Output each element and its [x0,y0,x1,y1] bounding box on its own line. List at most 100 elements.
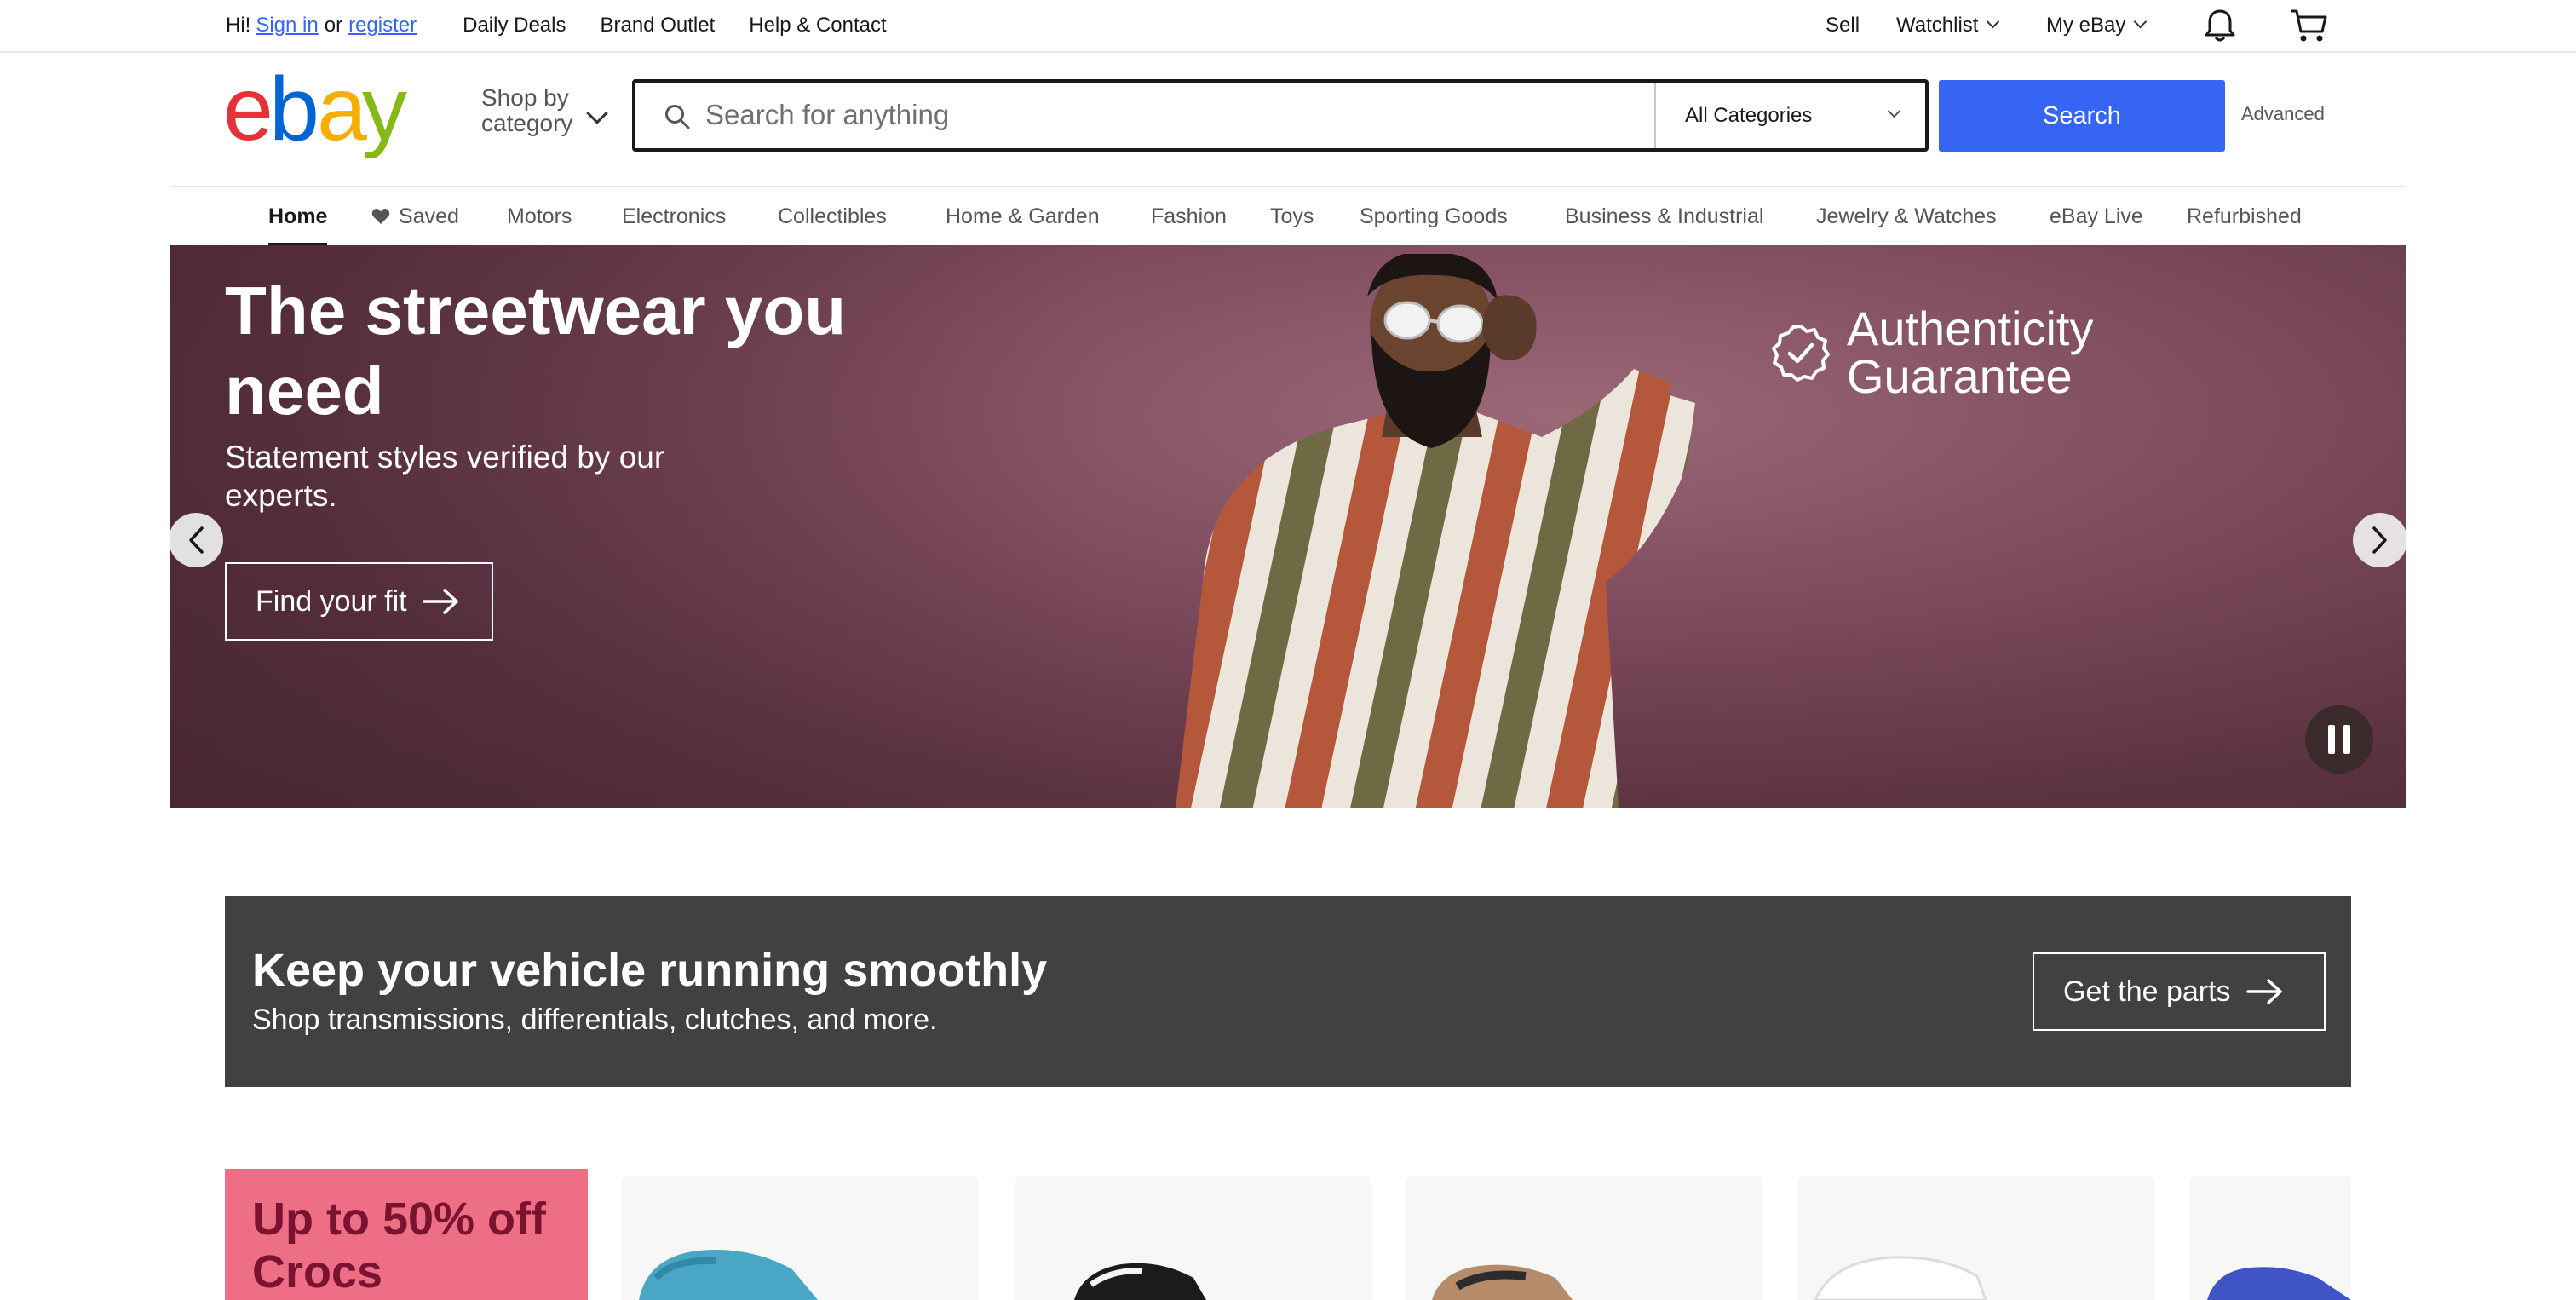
brand-outlet-link[interactable]: Brand Outlet [600,14,715,37]
product-tile[interactable] [1798,1176,2154,1300]
nav-item-business-industrial[interactable]: Business & Industrial [1565,187,1763,245]
carousel-prev-button[interactable] [170,513,223,567]
nav-item-sporting-goods[interactable]: Sporting Goods [1360,187,1508,245]
bell-icon [2205,9,2235,42]
shop-by-category-button[interactable]: Shop by category [481,85,572,136]
arrow-right-icon [422,589,458,614]
nav-item-toys[interactable]: Toys [1270,187,1314,245]
hero-subtitle: Statement styles verified by our experts… [225,440,665,513]
product-image [1432,1264,1573,1300]
vehicle-promo-banner: Keep your vehicle running smoothly Shop … [225,896,2351,1087]
hero-title: The streetwear you need [225,273,847,429]
carousel-next-button[interactable] [2353,513,2406,567]
nav-item-electronics[interactable]: Electronics [622,187,726,245]
svg-text:a: a [317,73,367,158]
watchlist-label: Watchlist [1896,14,1979,37]
nav-item-home-garden[interactable]: Home & Garden [946,187,1100,245]
notifications-button[interactable] [2203,0,2237,51]
cart-button[interactable] [2289,0,2328,51]
check-badge-icon [1772,325,1830,382]
nav-item-label: Motors [507,204,572,228]
search-bar: All Categories [632,79,1929,152]
ebay-logo[interactable]: e b a y [223,73,428,158]
chevron-right-icon [2372,526,2387,554]
shop-by-line2: category [481,110,573,136]
product-image [1814,1256,1987,1300]
authenticity-text: Authenticity Guarantee [1847,305,2094,400]
nav-item-label: Saved [399,204,459,228]
get-the-parts-label: Get the parts [2063,975,2231,1008]
nav-item-collectibles[interactable]: Collectibles [778,187,887,245]
crocs-title: Up to 50% off Crocs [252,1194,546,1297]
hero-carousel: The streetwear you need Statement styles… [170,245,2406,808]
nav-item-label: eBay Live [2050,204,2143,228]
nav-item-ebay-live[interactable]: eBay Live [2050,187,2143,245]
authenticity-line1: Authenticity [1847,302,2094,355]
product-tile[interactable] [1406,1176,1762,1300]
nav-item-label: Home [268,204,328,228]
greeting-text: Hi! [226,14,251,37]
product-tile[interactable] [1015,1176,1371,1300]
chevron-down-icon [1887,104,1901,118]
search-icon [665,105,690,129]
nav-item-label: Sporting Goods [1360,204,1508,228]
nav-item-fashion[interactable]: Fashion [1151,187,1227,245]
promo-subtitle: Shop transmissions, differentials, clutc… [252,1004,938,1036]
category-select-value: All Categories [1685,103,1813,127]
watchlist-dropdown[interactable]: Watchlist [1896,0,2000,51]
chevron-left-icon [189,526,204,554]
category-select[interactable]: All Categories [1685,83,1812,148]
nav-item-label: Refurbished [2187,204,2302,228]
sign-in-link[interactable]: Sign in [256,14,318,37]
category-nav: Home Saved Motors Electronics Collectibl… [170,186,2406,246]
pause-icon-bar [2343,725,2350,754]
nav-item-label: Electronics [622,204,727,228]
nav-item-label: Jewelry & Watches [1816,204,1997,228]
top-left-links: Hi! Sign in or register Daily Deals Bran… [226,0,887,51]
chevron-down-icon [2134,14,2148,28]
hero-model-image [1176,254,1695,808]
top-utility-bar: Hi! Sign in or register Daily Deals Bran… [0,0,2576,53]
my-ebay-dropdown[interactable]: My eBay [2046,0,2148,51]
nav-item-label: Business & Industrial [1565,204,1764,228]
help-contact-link[interactable]: Help & Contact [749,14,886,37]
advanced-search-link[interactable]: Advanced [2241,103,2325,125]
chevron-down-icon [1987,14,2000,28]
product-image [639,1249,818,1300]
daily-deals-link[interactable]: Daily Deals [463,14,566,37]
find-your-fit-button[interactable]: Find your fit [225,562,493,641]
nav-item-jewelry-watches[interactable]: Jewelry & Watches [1816,187,1997,245]
search-button[interactable]: Search [1939,80,2225,152]
nav-item-saved[interactable]: Saved [371,187,459,245]
get-the-parts-button[interactable]: Get the parts [2033,952,2326,1031]
crocs-promo-card[interactable]: Up to 50% off Crocs [225,1169,588,1300]
promo-title: Keep your vehicle running smoothly [252,945,1048,996]
register-link[interactable]: register [348,14,417,37]
authenticity-guarantee-badge: Authenticity Guarantee [1772,305,2094,400]
product-image [2207,1267,2351,1300]
nav-item-label: Fashion [1151,204,1227,228]
product-tile[interactable] [622,1176,978,1300]
nav-item-home[interactable]: Home [268,187,328,246]
svg-text:y: y [362,73,407,158]
carousel-pause-button[interactable] [2305,705,2373,774]
find-your-fit-label: Find your fit [256,584,407,618]
svg-text:e: e [223,73,270,158]
my-ebay-label: My eBay [2046,14,2126,37]
nav-item-label: Toys [1270,204,1314,228]
sell-label: Sell [1826,14,1860,37]
nav-item-motors[interactable]: Motors [507,187,572,245]
product-image [1074,1263,1206,1300]
sell-link[interactable]: Sell [1826,0,1860,51]
cart-icon [2291,9,2327,42]
heart-icon [371,209,390,224]
nav-item-refurbished[interactable]: Refurbished [2187,187,2302,245]
shop-by-line1: Shop by [481,84,569,111]
search-input[interactable] [705,91,1600,139]
nav-item-label: Home & Garden [946,204,1100,228]
product-tile[interactable] [2190,1176,2351,1300]
authenticity-line2: Guarantee [1847,349,2073,403]
arrow-right-icon [2245,979,2282,1004]
or-text: or [324,14,343,37]
chevron-down-icon[interactable] [586,102,608,124]
